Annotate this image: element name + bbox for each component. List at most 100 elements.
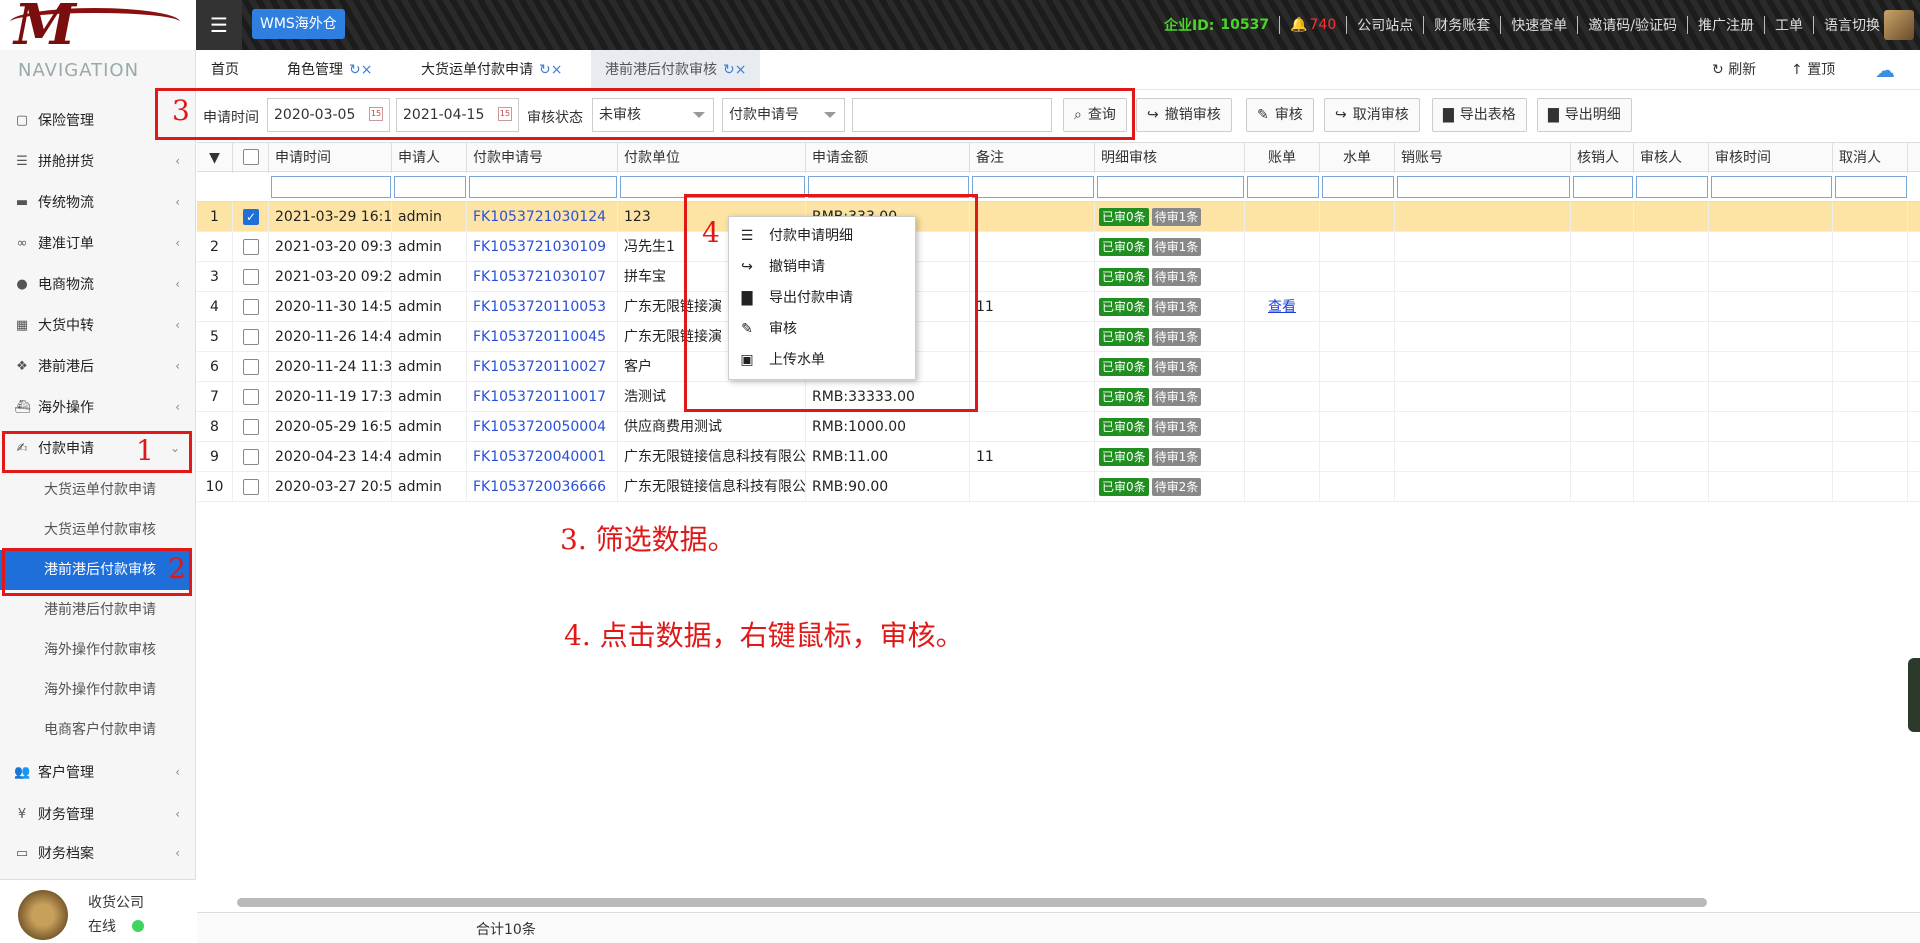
cell-payment-no[interactable]: FK1053720110017 [467, 382, 618, 412]
sidebar-item-ecommerce[interactable]: ● 电商物流 ‹ [0, 264, 192, 304]
col-writeoff-no[interactable]: 销账号 [1395, 143, 1571, 173]
link-language[interactable]: 语言切换 [1824, 15, 1880, 35]
cell-payment-no[interactable]: FK1053720036666 [467, 472, 618, 502]
sub-item-port-payment-apply[interactable]: 港前港后付款申请 [0, 590, 192, 630]
cell-payment-no[interactable]: FK1053720050004 [467, 412, 618, 442]
col-canceller[interactable]: 取消人 [1833, 143, 1908, 173]
pin-top-button[interactable]: ↑ 置顶 [1791, 50, 1835, 90]
link-promo-register[interactable]: 推广注册 [1698, 15, 1754, 35]
filter-input[interactable] [972, 176, 1094, 198]
filter-input[interactable] [1397, 176, 1570, 198]
filter-input[interactable] [1636, 176, 1708, 198]
row-checkbox[interactable]: ✓ [233, 202, 269, 232]
col-amount[interactable]: 申请金额 [806, 143, 970, 173]
checkbox-icon[interactable] [243, 449, 259, 465]
tab-port-payment-review[interactable]: 港前港后付款审核 ↻× [591, 50, 761, 90]
cell-payment-no[interactable]: FK1053720110045 [467, 322, 618, 352]
export-detail-button[interactable]: ▇ 导出明细 [1537, 98, 1632, 132]
checkbox-icon[interactable] [243, 299, 259, 315]
checkbox-icon[interactable] [243, 269, 259, 285]
bell-icon[interactable]: 🔔 [1290, 17, 1307, 33]
sub-item-bulk-payment-review[interactable]: 大货运单付款审核 [0, 510, 192, 550]
checkbox-icon[interactable] [243, 479, 259, 495]
cell-payment-no[interactable]: FK1053721030107 [467, 262, 618, 292]
cell-payment-no[interactable]: FK1053721030124 [467, 202, 618, 232]
sub-item-overseas-payment-review[interactable]: 海外操作付款审核 [0, 630, 192, 670]
filter-input[interactable] [1322, 176, 1394, 198]
row-checkbox[interactable] [233, 442, 269, 472]
link-company-site[interactable]: 公司站点 [1357, 15, 1413, 35]
col-payment-no[interactable]: 付款申请号 [467, 143, 618, 173]
row-checkbox[interactable] [233, 472, 269, 502]
tab-role-management[interactable]: 角色管理 ↻× [273, 50, 386, 90]
link-ticket[interactable]: 工单 [1775, 15, 1803, 35]
checkbox-icon[interactable] [243, 329, 259, 345]
filter-input[interactable] [1097, 176, 1244, 198]
sidebar-item-bulk-transfer[interactable]: ▦ 大货中转 ‹ [0, 305, 192, 345]
view-bill-link[interactable]: 查看 [1268, 299, 1296, 315]
col-reviewer[interactable]: 审核人 [1634, 143, 1709, 173]
link-invite-code[interactable]: 邀请码/验证码 [1588, 15, 1677, 35]
filter-input[interactable] [1247, 176, 1319, 198]
menu-toggle-button[interactable]: ☰ [196, 0, 242, 50]
col-detail-review[interactable]: 明细审核 [1095, 143, 1245, 173]
table-row[interactable]: 7 2020-11-19 17:34 admin FK1053720110017… [197, 382, 1920, 412]
cell-payment-no[interactable]: FK1053720110053 [467, 292, 618, 322]
table-row[interactable]: 1 ✓ 2021-03-29 16:12 admin FK10537210301… [197, 202, 1920, 232]
filter-input[interactable] [1573, 176, 1633, 198]
sub-item-ecommerce-payment-apply[interactable]: 电商客户付款申请 [0, 710, 192, 750]
sidebar-item-port[interactable]: ❖ 港前港后 ‹ [0, 346, 192, 386]
chat-bot-icon[interactable]: ☁ [1875, 50, 1895, 90]
tab-bulk-payment-apply[interactable]: 大货运单付款申请 ↻× [407, 50, 576, 90]
table-row[interactable]: 10 2020-03-27 20:56 admin FK105372003666… [197, 472, 1920, 502]
wms-button[interactable]: WMS海外仓 [252, 9, 345, 39]
col-water-bill[interactable]: 水单 [1320, 143, 1395, 173]
close-icon[interactable]: × [551, 62, 563, 78]
horizontal-scrollbar[interactable] [237, 898, 1707, 907]
col-review-time[interactable]: 审核时间 [1709, 143, 1833, 173]
cell-payment-no[interactable]: FK1053720110027 [467, 352, 618, 382]
tab-home[interactable]: 首页 [197, 50, 253, 90]
sub-item-overseas-payment-apply[interactable]: 海外操作付款申请 [0, 670, 192, 710]
refresh-icon[interactable]: ↻ [723, 62, 735, 78]
close-icon[interactable]: × [361, 62, 373, 78]
filter-input[interactable] [1835, 176, 1907, 198]
checkbox-icon[interactable] [243, 359, 259, 375]
table-row[interactable]: 8 2020-05-29 16:58 admin FK1053720050004… [197, 412, 1920, 442]
cell-payment-no[interactable]: FK1053720040001 [467, 442, 618, 472]
filter-input[interactable] [394, 176, 466, 198]
row-checkbox[interactable] [233, 232, 269, 262]
checkbox-icon[interactable] [243, 239, 259, 255]
row-checkbox[interactable] [233, 322, 269, 352]
sub-item-bulk-payment-apply[interactable]: 大货运单付款申请 [0, 470, 192, 510]
sidebar-item-archive[interactable]: ▭ 财务档案 ‹ [0, 836, 192, 870]
user-avatar-top[interactable] [1884, 10, 1914, 40]
table-row[interactable]: 4 2020-11-30 14:53 admin FK1053720110053… [197, 292, 1920, 322]
refresh-icon[interactable]: ↻ [349, 62, 361, 78]
filter-icon[interactable]: ▼ [197, 143, 233, 173]
export-table-button[interactable]: ▇ 导出表格 [1432, 98, 1527, 132]
col-writeoff-user[interactable]: 核销人 [1571, 143, 1634, 173]
checkbox-icon[interactable]: ✓ [243, 209, 259, 225]
sidebar-item-consolidation[interactable]: ☰ 拼舱拼货 ‹ [0, 141, 192, 181]
review-button[interactable]: ✎ 审核 [1246, 98, 1314, 132]
refresh-icon[interactable]: ↻ [539, 62, 551, 78]
avatar[interactable] [18, 890, 68, 940]
cancel-review-button[interactable]: ↪ 取消审核 [1324, 98, 1420, 132]
close-icon[interactable]: × [735, 62, 747, 78]
link-quick-search[interactable]: 快速查单 [1511, 15, 1567, 35]
col-payment-unit[interactable]: 付款单位 [618, 143, 806, 173]
refresh-button[interactable]: ↻ 刷新 [1712, 50, 1756, 90]
sidebar-item-orders[interactable]: ∞ 建准订单 ‹ [0, 223, 192, 263]
table-row[interactable]: 3 2021-03-20 09:28 admin FK1053721030107… [197, 262, 1920, 292]
sidebar-item-finance[interactable]: ¥ 财务管理 ‹ [0, 794, 192, 834]
notification-count[interactable]: 740 [1310, 17, 1337, 33]
row-checkbox[interactable] [233, 382, 269, 412]
col-apply-time[interactable]: 申请时间 [269, 143, 392, 173]
filter-input[interactable] [1711, 176, 1832, 198]
col-bill[interactable]: 账单 [1245, 143, 1320, 173]
checkbox-icon[interactable] [243, 389, 259, 405]
table-row[interactable]: 5 2020-11-26 14:48 admin FK1053720110045… [197, 322, 1920, 352]
sidebar-item-traditional-logistics[interactable]: ▬ 传统物流 ‹ [0, 182, 192, 222]
col-applicant[interactable]: 申请人 [392, 143, 467, 173]
